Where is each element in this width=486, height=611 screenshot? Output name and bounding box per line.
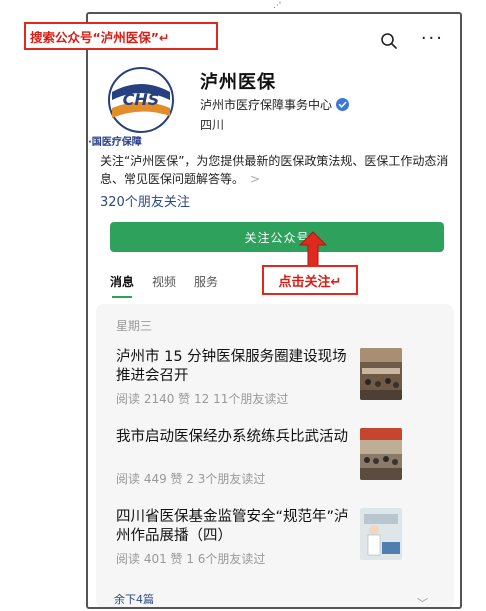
follow-button[interactable]: 关注公众号 — [110, 222, 444, 252]
message-feed: 星期三 泸州市 15 分钟医保服务圈建设现场推进会召开 阅读 2140 赞 12… — [96, 304, 454, 607]
article-meta: 阅读 449 赞 2 3个朋友读过 — [116, 472, 266, 486]
page-mark: .·' — [273, 1, 282, 11]
account-name: 泸州医保 — [200, 72, 276, 93]
article-thumbnail — [360, 428, 402, 480]
article-meta: 阅读 2140 赞 12 11个朋友读过 — [116, 392, 289, 406]
chevron-down-icon[interactable]: ﹀ — [417, 595, 428, 607]
account-description[interactable]: 关注“泸州医保”，为您提供最新的医保政策法规、医保工作动态消息、常见医保问题解答… — [100, 152, 450, 188]
account-profile: CHS ·国医疗保障 泸州医保 泸州市医疗保障事务中心 四川 — [88, 66, 442, 148]
logo: CHS — [108, 67, 174, 133]
description-text: 关注“泸州医保”，为您提供最新的医保政策法规、医保工作动态消息、常见医保问题解答… — [100, 154, 449, 186]
account-org-text: 泸州市医疗保障事务中心 — [200, 98, 333, 112]
article-meta: 阅读 401 赞 1 6个朋友读过 — [116, 552, 266, 566]
article-item[interactable]: 四川省医保基金监管安全“规范年”泸州作品展播（四） 阅读 401 赞 1 6个朋… — [116, 508, 446, 570]
friends-following[interactable]: 320个朋友关注 — [100, 191, 190, 210]
account-org: 泸州市医疗保障事务中心 — [200, 96, 350, 113]
account-region: 四川 — [200, 118, 225, 132]
article-title: 我市启动医保经办系统练兵比武活动 — [116, 429, 348, 445]
article-title: 四川省医保基金监管安全“规范年”泸州作品展播（四） — [116, 509, 349, 544]
remaining-count[interactable]: 余下4篇 — [114, 591, 154, 607]
article-thumbnail — [360, 508, 402, 560]
search-hint-annotation: 搜索公众号“泸州医保”↵ — [24, 22, 218, 50]
verified-badge-icon — [336, 98, 350, 111]
article-item[interactable]: 泸州市 15 分钟医保服务圈建设现场推进会召开 阅读 2140 赞 12 11个… — [116, 348, 446, 410]
tab-services[interactable]: 服务 — [194, 273, 218, 293]
article-title: 泸州市 15 分钟医保服务圈建设现场推进会召开 — [116, 349, 347, 384]
search-icon[interactable] — [380, 32, 398, 50]
phone-screen: ··· CHS ·国医疗保障 泸州医保 泸州市医疗保障事务中心 四川 关注“泸州… — [86, 12, 462, 609]
article-item[interactable]: 我市启动医保经办系统练兵比武活动 阅读 449 赞 2 3个朋友读过 — [116, 428, 446, 490]
chevron-right-icon: > — [250, 172, 261, 186]
tab-messages[interactable]: 消息 — [110, 273, 134, 298]
more-icon[interactable]: ··· — [421, 30, 444, 48]
feed-weekday: 星期三 — [116, 319, 153, 333]
tab-videos[interactable]: 视频 — [152, 273, 176, 293]
tab-bar: 消息 视频 服务 — [110, 273, 218, 298]
svg-text:CHS: CHS — [123, 90, 160, 109]
arrow-up-icon — [299, 231, 327, 267]
article-thumbnail — [360, 348, 402, 400]
follow-hint-annotation: 点击关注↵ — [262, 265, 358, 295]
logo-caption: ·国医疗保障 — [88, 137, 142, 148]
